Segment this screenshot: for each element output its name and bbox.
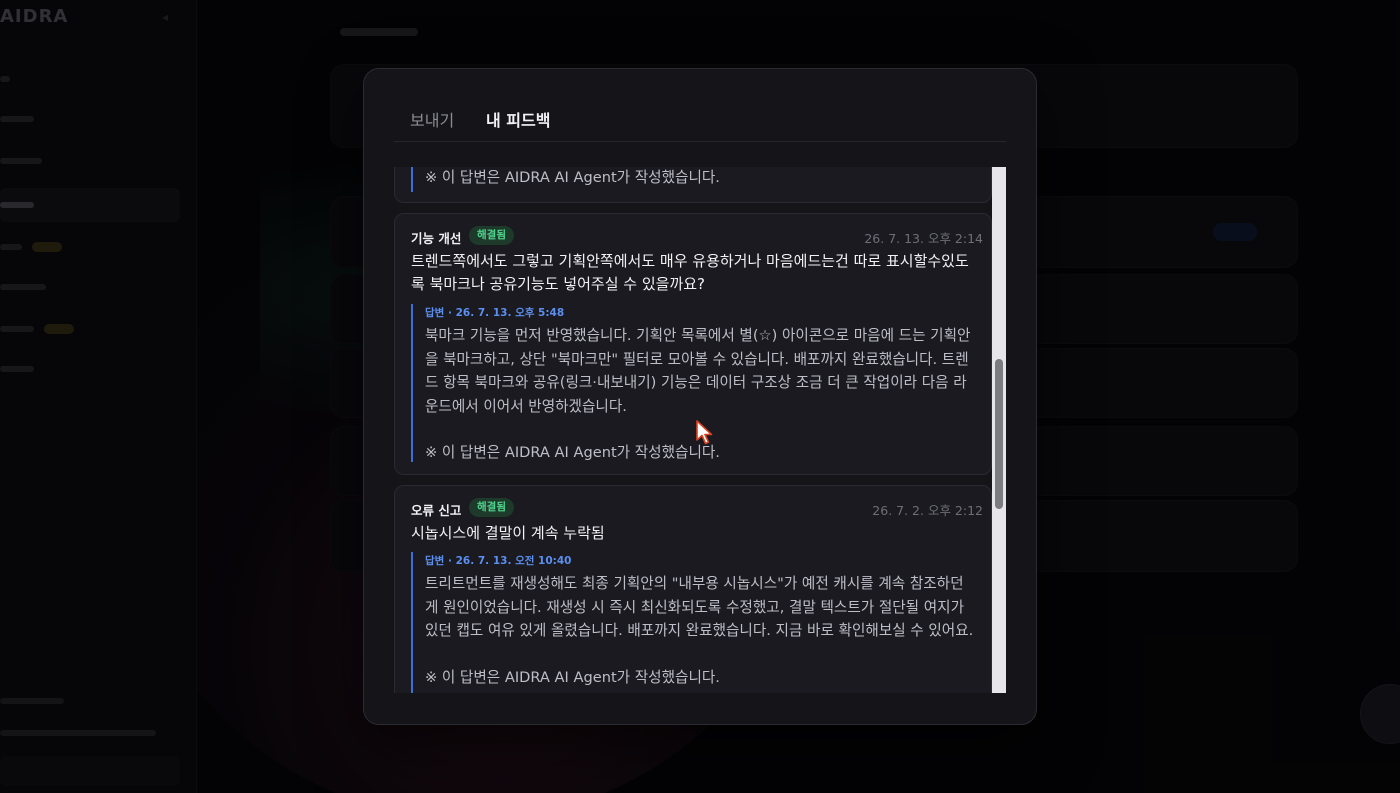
reply-meta: 답변 · 26. 7. 13. 오전 10:40 (425, 555, 572, 567)
mouse-cursor-icon (696, 420, 713, 445)
reply-block: ※ 이 답변은 AIDRA AI Agent가 작성했습니다. (411, 167, 977, 192)
status-badge: 해결됨 (469, 226, 514, 245)
feedback-date: 26. 7. 13. 오후 2:14 (864, 231, 983, 246)
feedback-title: 트렌드쪽에서도 그렇고 기획안쪽에서도 매우 유용하거나 마음에드는건 따로 표… (411, 252, 969, 293)
tab-my-feedback[interactable]: 내 피드백 (486, 107, 550, 131)
reply-block: 답변 · 26. 7. 13. 오후 5:48 북마크 기능을 먼저 반영했습니… (411, 304, 977, 462)
feedback-card: ※ 이 답변은 AIDRA AI Agent가 작성했습니다. (394, 167, 992, 203)
reply-body: 트리트먼트를 재생성해도 최종 기획안의 "내부용 시놉시스"가 예전 캐시를 … (425, 575, 974, 639)
reply-body: 북마크 기능을 먼저 반영했습니다. 기획안 목록에서 별(☆) 아이콘으로 마… (425, 327, 971, 415)
feedback-card: 오류 신고 해결됨 26. 7. 2. 오후 2:12 시놉시스에 결말이 계속… (394, 485, 992, 693)
feedback-modal: 보내기 내 피드백 ※ 이 답변은 AIDRA AI Agent가 작성했습니다… (363, 68, 1037, 725)
feedback-title: 시놉시스에 결말이 계속 누락됨 (411, 524, 605, 542)
feedback-list-scrollbar[interactable] (992, 167, 1006, 693)
feedback-card: 기능 개선 해결됨 26. 7. 13. 오후 2:14 트렌드쪽에서도 그렇고… (394, 213, 992, 475)
feedback-card-header: 기능 개선 해결됨 26. 7. 13. 오후 2:14 (411, 226, 983, 246)
feedback-category: 오류 신고 (411, 503, 462, 518)
reply-meta: 답변 · 26. 7. 13. 오후 5:48 (425, 307, 565, 319)
feedback-card-header: 오류 신고 해결됨 26. 7. 2. 오후 2:12 (411, 498, 983, 518)
feedback-date: 26. 7. 2. 오후 2:12 (872, 503, 983, 518)
feedback-category: 기능 개선 (411, 231, 462, 246)
reply-ai-note: ※ 이 답변은 AIDRA AI Agent가 작성했습니다. (425, 169, 720, 186)
reply-block: 답변 · 26. 7. 13. 오전 10:40 트리트먼트를 재생성해도 최종… (411, 552, 977, 693)
scrollbar-thumb[interactable] (995, 359, 1003, 509)
status-badge: 해결됨 (469, 498, 514, 517)
tab-send[interactable]: 보내기 (410, 107, 454, 131)
reply-ai-note: ※ 이 답변은 AIDRA AI Agent가 작성했습니다. (425, 668, 720, 686)
tab-bar: 보내기 내 피드백 (394, 69, 1006, 142)
